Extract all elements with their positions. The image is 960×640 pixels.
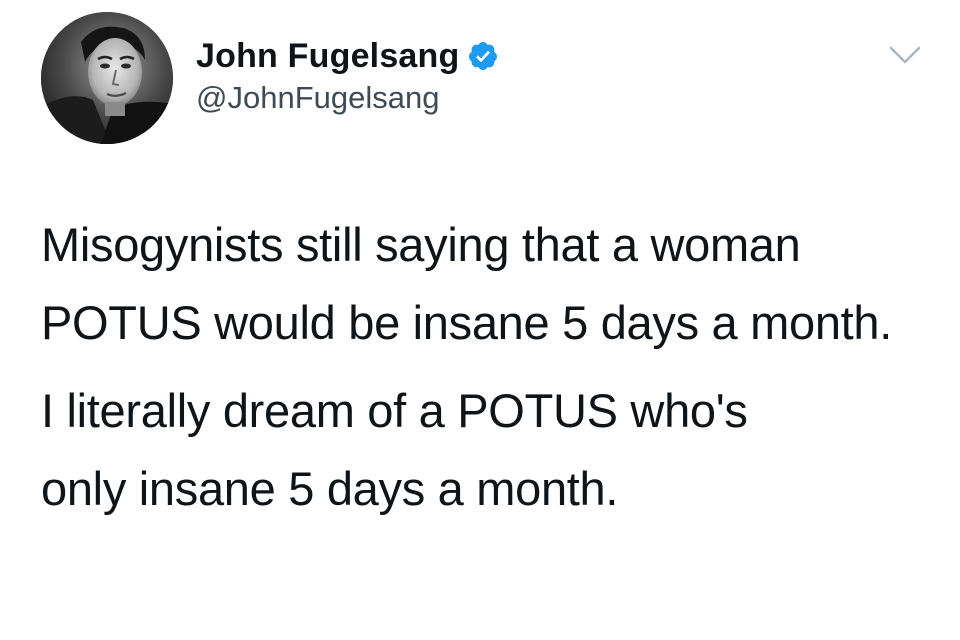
author-avatar[interactable] bbox=[41, 12, 173, 144]
verified-badge-icon bbox=[467, 40, 499, 72]
tweet-paragraph: I literally dream of a POTUS who's only … bbox=[41, 384, 748, 515]
tweet-text: Misogynists still saying that a woman PO… bbox=[41, 206, 941, 528]
name-row: John Fugelsang bbox=[196, 36, 499, 76]
author-handle[interactable]: @JohnFugelsang bbox=[196, 80, 499, 116]
author-header: John Fugelsang @JohnFugelsang bbox=[196, 36, 499, 116]
chevron-down-icon[interactable] bbox=[888, 44, 922, 66]
tweet-paragraph: Misogynists still saying that a woman PO… bbox=[41, 218, 893, 349]
avatar-photo-icon bbox=[41, 12, 173, 144]
tweet-card: John Fugelsang @JohnFugelsang Misogynist… bbox=[0, 0, 960, 640]
author-display-name[interactable]: John Fugelsang bbox=[196, 37, 459, 76]
